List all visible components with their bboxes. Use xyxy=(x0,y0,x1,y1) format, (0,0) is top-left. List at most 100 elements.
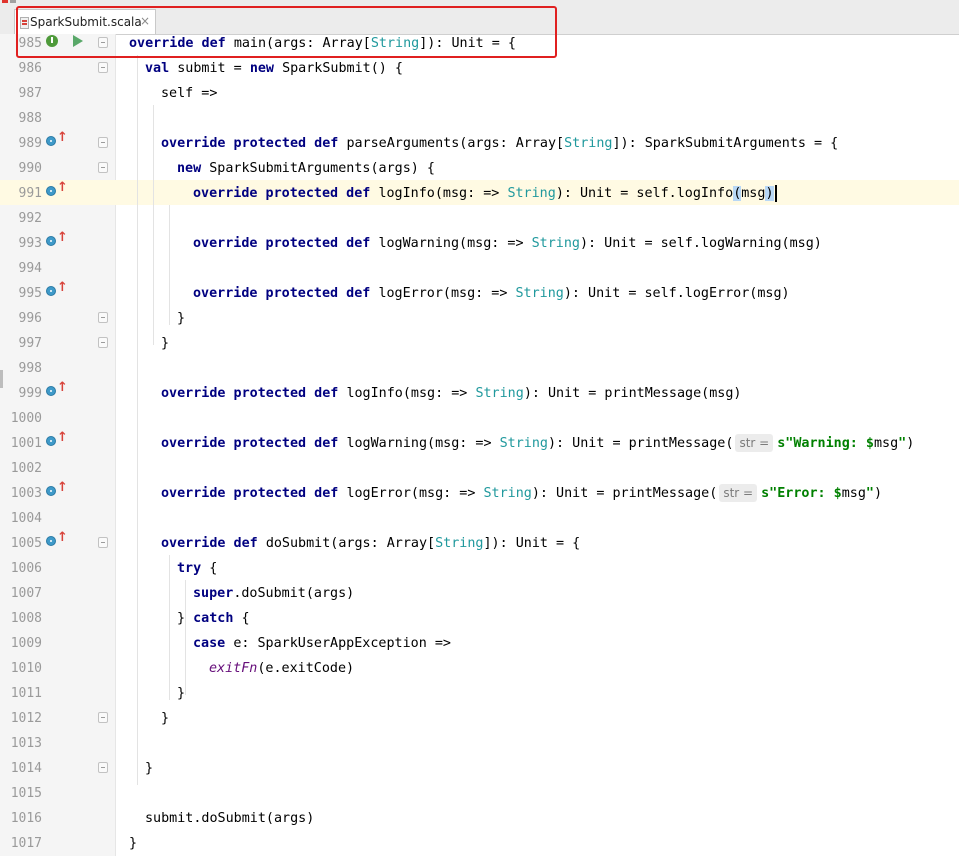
line-number[interactable]: 996 xyxy=(0,306,42,331)
overridden-method-icon[interactable] xyxy=(46,536,56,546)
code-line[interactable]: 998 xyxy=(0,356,959,381)
line-number[interactable]: 999 xyxy=(0,381,42,406)
fold-icon[interactable] xyxy=(98,137,108,148)
line-number[interactable]: 1001 xyxy=(0,431,42,456)
fold-icon[interactable] xyxy=(98,712,108,723)
overridden-method-icon[interactable] xyxy=(46,136,56,146)
line-number[interactable]: 985 xyxy=(0,31,42,56)
code-line[interactable]: 1014} xyxy=(0,756,959,781)
line-number[interactable]: 997 xyxy=(0,331,42,356)
fold-icon[interactable] xyxy=(98,337,108,348)
code-token: { xyxy=(209,561,218,576)
line-number[interactable]: 998 xyxy=(0,356,42,381)
overridden-method-icon[interactable] xyxy=(46,286,56,296)
code-line[interactable]: 996} xyxy=(0,306,959,331)
line-number[interactable]: 1005 xyxy=(0,531,42,556)
overridden-method-icon[interactable] xyxy=(46,186,56,196)
go-to-super-icon[interactable]: ↑ xyxy=(57,181,68,195)
code-line[interactable]: 1006 try { xyxy=(0,556,959,581)
code-token: } xyxy=(145,761,154,776)
code-line[interactable]: 1000 xyxy=(0,406,959,431)
overridden-method-icon[interactable] xyxy=(46,386,56,396)
code-line[interactable]: 985 override def main(args: Array[String]… xyxy=(0,31,959,56)
go-to-super-icon[interactable]: ↑ xyxy=(57,431,68,445)
line-number[interactable]: 1017 xyxy=(0,831,42,856)
implementing-method-icon[interactable] xyxy=(46,35,58,47)
code-line[interactable]: 994 xyxy=(0,256,959,281)
line-number[interactable]: 989 xyxy=(0,131,42,156)
code-line[interactable]: 1005 ↑ override def doSubmit(args: Array[S… xyxy=(0,531,959,556)
overridden-method-icon[interactable] xyxy=(46,486,56,496)
code-line[interactable]: 1009 case e: SparkUserAppException => xyxy=(0,631,959,656)
code-line[interactable]: 1003 ↑ override protected def logError(msg… xyxy=(0,481,959,506)
line-number[interactable]: 1003 xyxy=(0,481,42,506)
go-to-super-icon[interactable]: ↑ xyxy=(57,481,68,495)
line-number[interactable]: 1016 xyxy=(0,806,42,831)
code-token: ]): Unit = { xyxy=(483,536,581,551)
line-number[interactable]: 1010 xyxy=(0,656,42,681)
line-number[interactable]: 1008 xyxy=(0,606,42,631)
code-line[interactable]: 1007 super.doSubmit(args) xyxy=(0,581,959,606)
fold-icon[interactable] xyxy=(98,312,108,323)
code-line[interactable]: 1015 xyxy=(0,781,959,806)
overridden-method-icon[interactable] xyxy=(46,436,56,446)
line-number[interactable]: 992 xyxy=(0,206,42,231)
line-number[interactable]: 1011 xyxy=(0,681,42,706)
file-tab-scroll-icon xyxy=(0,0,18,7)
line-number[interactable]: 1007 xyxy=(0,581,42,606)
code-line[interactable]: 1008} catch { xyxy=(0,606,959,631)
fold-icon[interactable] xyxy=(98,162,108,173)
code-line[interactable]: 988 xyxy=(0,106,959,131)
go-to-super-icon[interactable]: ↑ xyxy=(57,231,68,245)
run-icon[interactable] xyxy=(73,35,83,47)
code-line[interactable]: 986 val submit = new SparkSubmit() { xyxy=(0,56,959,81)
line-number[interactable]: 995 xyxy=(0,281,42,306)
go-to-super-icon[interactable]: ↑ xyxy=(57,381,68,395)
code-token: ) xyxy=(906,436,915,451)
code-line[interactable]: 1011} xyxy=(0,681,959,706)
line-number[interactable]: 991 xyxy=(0,181,42,206)
code-line[interactable]: 1012} xyxy=(0,706,959,731)
code-line[interactable]: 999 ↑ override protected def logInfo(msg: … xyxy=(0,381,959,406)
line-number[interactable]: 1004 xyxy=(0,506,42,531)
overridden-method-icon[interactable] xyxy=(46,236,56,246)
code-line[interactable]: 992 xyxy=(0,206,959,231)
fold-icon[interactable] xyxy=(98,62,108,73)
code-token: override protected def xyxy=(161,136,347,151)
line-number[interactable]: 1006 xyxy=(0,556,42,581)
code-line[interactable]: 990 new SparkSubmitArguments(args) { xyxy=(0,156,959,181)
line-number[interactable]: 1013 xyxy=(0,731,42,756)
code-line[interactable]: 1010 exitFn(e.exitCode) xyxy=(0,656,959,681)
code-line[interactable]: 997} xyxy=(0,331,959,356)
code-line[interactable]: 1002 xyxy=(0,456,959,481)
line-number[interactable]: 1014 xyxy=(0,756,42,781)
line-number[interactable]: 1012 xyxy=(0,706,42,731)
line-number[interactable]: 993 xyxy=(0,231,42,256)
line-number[interactable]: 986 xyxy=(0,56,42,81)
fold-icon[interactable] xyxy=(98,37,108,48)
code-line[interactable]: 1004 xyxy=(0,506,959,531)
line-number[interactable]: 1015 xyxy=(0,781,42,806)
line-number[interactable]: 988 xyxy=(0,106,42,131)
line-number[interactable]: 994 xyxy=(0,256,42,281)
line-number[interactable]: 987 xyxy=(0,81,42,106)
line-number[interactable]: 990 xyxy=(0,156,42,181)
code-line[interactable]: 1001 ↑ override protected def logWarning(m… xyxy=(0,431,959,456)
code-line[interactable]: 1013 xyxy=(0,731,959,756)
code-line[interactable]: 995 ↑ override protected def logError(msg:… xyxy=(0,281,959,306)
code-line[interactable]: 1017} xyxy=(0,831,959,856)
code-line[interactable]: 1016 submit.doSubmit(args) xyxy=(0,806,959,831)
code-line[interactable]: 989 ↑ override protected def parseArgument… xyxy=(0,131,959,156)
code-line[interactable]: 987 self => xyxy=(0,81,959,106)
line-number[interactable]: 1000 xyxy=(0,406,42,431)
line-number[interactable]: 1009 xyxy=(0,631,42,656)
go-to-super-icon[interactable]: ↑ xyxy=(57,281,68,295)
code-line[interactable]: 993 ↑ override protected def logWarning(ms… xyxy=(0,231,959,256)
close-icon[interactable]: × xyxy=(140,14,150,28)
fold-icon[interactable] xyxy=(98,762,108,773)
go-to-super-icon[interactable]: ↑ xyxy=(57,531,68,545)
fold-icon[interactable] xyxy=(98,537,108,548)
line-number[interactable]: 1002 xyxy=(0,456,42,481)
go-to-super-icon[interactable]: ↑ xyxy=(57,131,68,145)
code-line[interactable]: 991 ↑ override protected def logInfo(msg: … xyxy=(0,181,959,206)
